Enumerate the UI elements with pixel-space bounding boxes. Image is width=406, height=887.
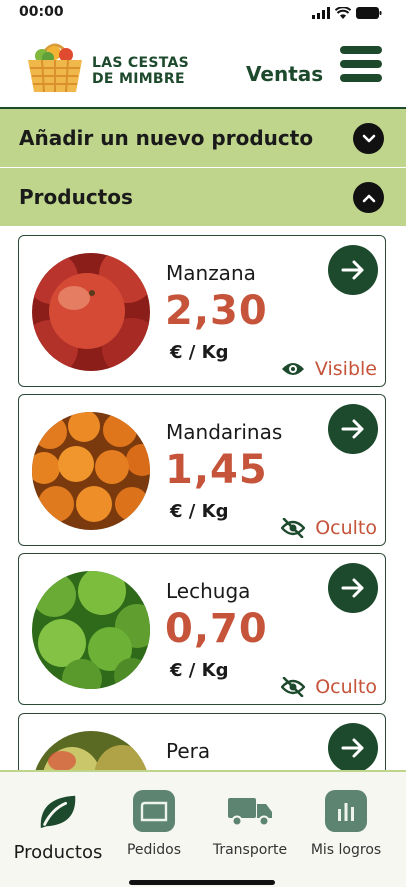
mandarins-photo [32, 412, 150, 530]
product-name: Manzana [166, 261, 256, 285]
open-product-button[interactable] [328, 723, 378, 773]
product-card[interactable]: Lechuga 0,70 € / Kg Oculto [18, 553, 386, 705]
chevron-up-icon[interactable] [353, 182, 384, 213]
brand-name: LAS CESTAS DE MIMBRE [92, 55, 189, 87]
brand-line-1: LAS CESTAS [92, 55, 190, 71]
basket-logo-icon [28, 43, 82, 93]
add-product-accordion[interactable]: Añadir un nuevo producto [0, 109, 406, 167]
tab-productos[interactable]: Productos [12, 790, 104, 863]
signal-icon [312, 7, 330, 19]
product-unit: € / Kg [170, 501, 229, 522]
page-section-title: Ventas [246, 62, 324, 86]
product-name: Mandarinas [166, 420, 283, 444]
visibility-label: Oculto [315, 676, 377, 698]
product-name: Pera [166, 739, 211, 763]
product-price: 0,70 [165, 606, 268, 652]
status-time: 00:00 [19, 4, 64, 20]
arrow-right-icon [341, 419, 364, 439]
arrow-right-icon [341, 260, 364, 280]
open-product-button[interactable] [328, 245, 378, 295]
product-price: 2,30 [165, 288, 268, 334]
status-icons [312, 7, 382, 19]
visibility-toggle[interactable]: Oculto [281, 676, 377, 698]
product-unit: € / Kg [170, 660, 229, 681]
products-title: Productos [19, 185, 133, 209]
tab-label: Productos [13, 842, 103, 863]
eye-off-icon [281, 677, 306, 697]
visibility-toggle[interactable]: Oculto [281, 517, 377, 539]
tab-pedidos[interactable]: Pedidos [112, 790, 196, 858]
brand-line-2: DE MIMBRE [92, 71, 185, 87]
hamburger-menu-button[interactable] [340, 46, 384, 84]
visibility-label: Oculto [315, 517, 377, 539]
product-card[interactable]: Mandarinas 1,45 € / Kg Oculto [18, 394, 386, 546]
tab-transporte[interactable]: Transporte [206, 790, 294, 858]
chart-icon [325, 790, 367, 832]
arrow-right-icon [341, 738, 364, 758]
bottom-tab-bar: Productos Pedidos Transporte Mis logros [0, 770, 406, 887]
tab-label: Mis logros [310, 842, 382, 858]
menu-bar-icon [340, 46, 382, 54]
visibility-toggle[interactable]: Visible [281, 358, 377, 380]
apple-photo [32, 253, 150, 371]
app-header: LAS CESTAS DE MIMBRE Ventas [0, 28, 406, 108]
battery-icon [356, 7, 382, 19]
tab-mis-logros[interactable]: Mis logros [304, 790, 388, 858]
truck-icon [226, 790, 274, 832]
product-card[interactable]: Manzana 2,30 € / Kg Visible [18, 235, 386, 387]
open-product-button[interactable] [328, 404, 378, 454]
wifi-icon [335, 7, 351, 19]
status-bar: 00:00 [0, 0, 406, 28]
product-unit: € / Kg [170, 342, 229, 363]
eye-icon [281, 363, 304, 375]
arrow-right-icon [341, 578, 364, 598]
home-indicator[interactable] [129, 880, 275, 885]
add-product-title: Añadir un nuevo producto [19, 126, 314, 150]
tab-label: Pedidos [126, 842, 182, 858]
products-accordion[interactable]: Productos [0, 168, 406, 226]
open-product-button[interactable] [328, 563, 378, 613]
lettuce-photo [32, 571, 150, 689]
menu-bar-icon [340, 60, 382, 68]
menu-bar-icon [340, 74, 382, 82]
chevron-down-icon[interactable] [353, 123, 384, 154]
leaf-icon [37, 790, 79, 832]
visibility-label: Visible [314, 358, 377, 380]
folder-icon [133, 790, 175, 832]
eye-off-icon [281, 518, 306, 538]
product-name: Lechuga [166, 579, 251, 603]
product-price: 1,45 [165, 447, 268, 493]
tab-label: Transporte [212, 842, 288, 858]
